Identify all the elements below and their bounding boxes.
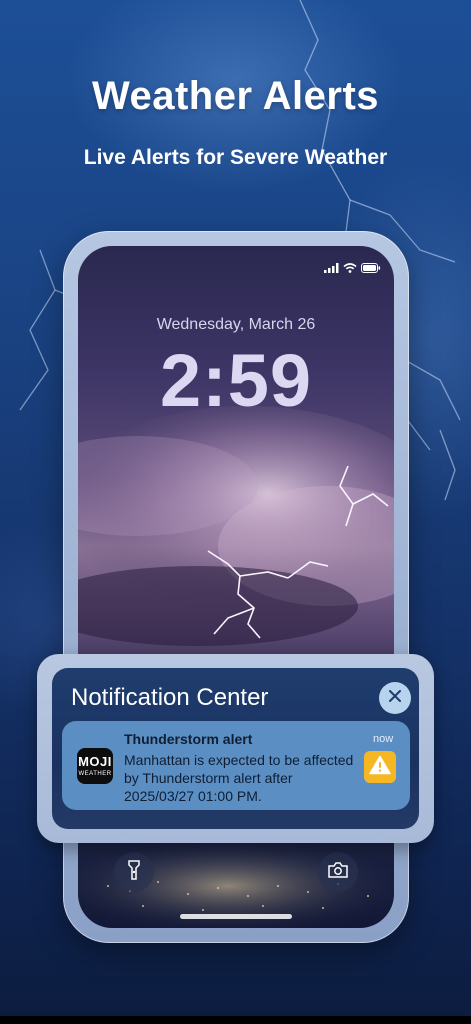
notification-body: Manhattan is expected to be affected by … [124,752,354,804]
flashlight-icon [127,859,141,885]
app-icon-logo-text: MOJI [78,754,112,769]
home-indicator[interactable] [180,914,292,919]
wifi-icon [343,260,357,278]
close-icon [389,689,401,707]
bottom-edge [0,1016,471,1024]
promo-headline: Weather Alerts [91,74,380,118]
signal-icon [324,260,340,278]
status-bar [78,256,394,276]
moji-weather-app-icon: MOJI WEATHER [77,748,113,784]
camera-icon [328,861,348,883]
promo-subheadline: Live Alerts for Severe Weather [83,146,388,169]
promo-screen: Weather Alerts Live Alerts for Severe We… [0,0,471,1024]
warning-icon [369,755,391,780]
warning-badge [364,751,396,783]
flashlight-button[interactable] [114,852,154,892]
notification-time: now [373,733,394,745]
app-icon-sub-text: WEATHER [78,771,112,777]
lock-screen-date: Wednesday, March 26 [156,316,316,333]
camera-button[interactable] [318,852,358,892]
notification-title: Thunderstorm alert [124,731,253,747]
lock-screen-time: 2:59 [159,339,313,422]
notification-center-close-button[interactable] [379,682,411,714]
notification-center-title: Notification Center [71,684,269,711]
battery-icon [361,260,381,278]
